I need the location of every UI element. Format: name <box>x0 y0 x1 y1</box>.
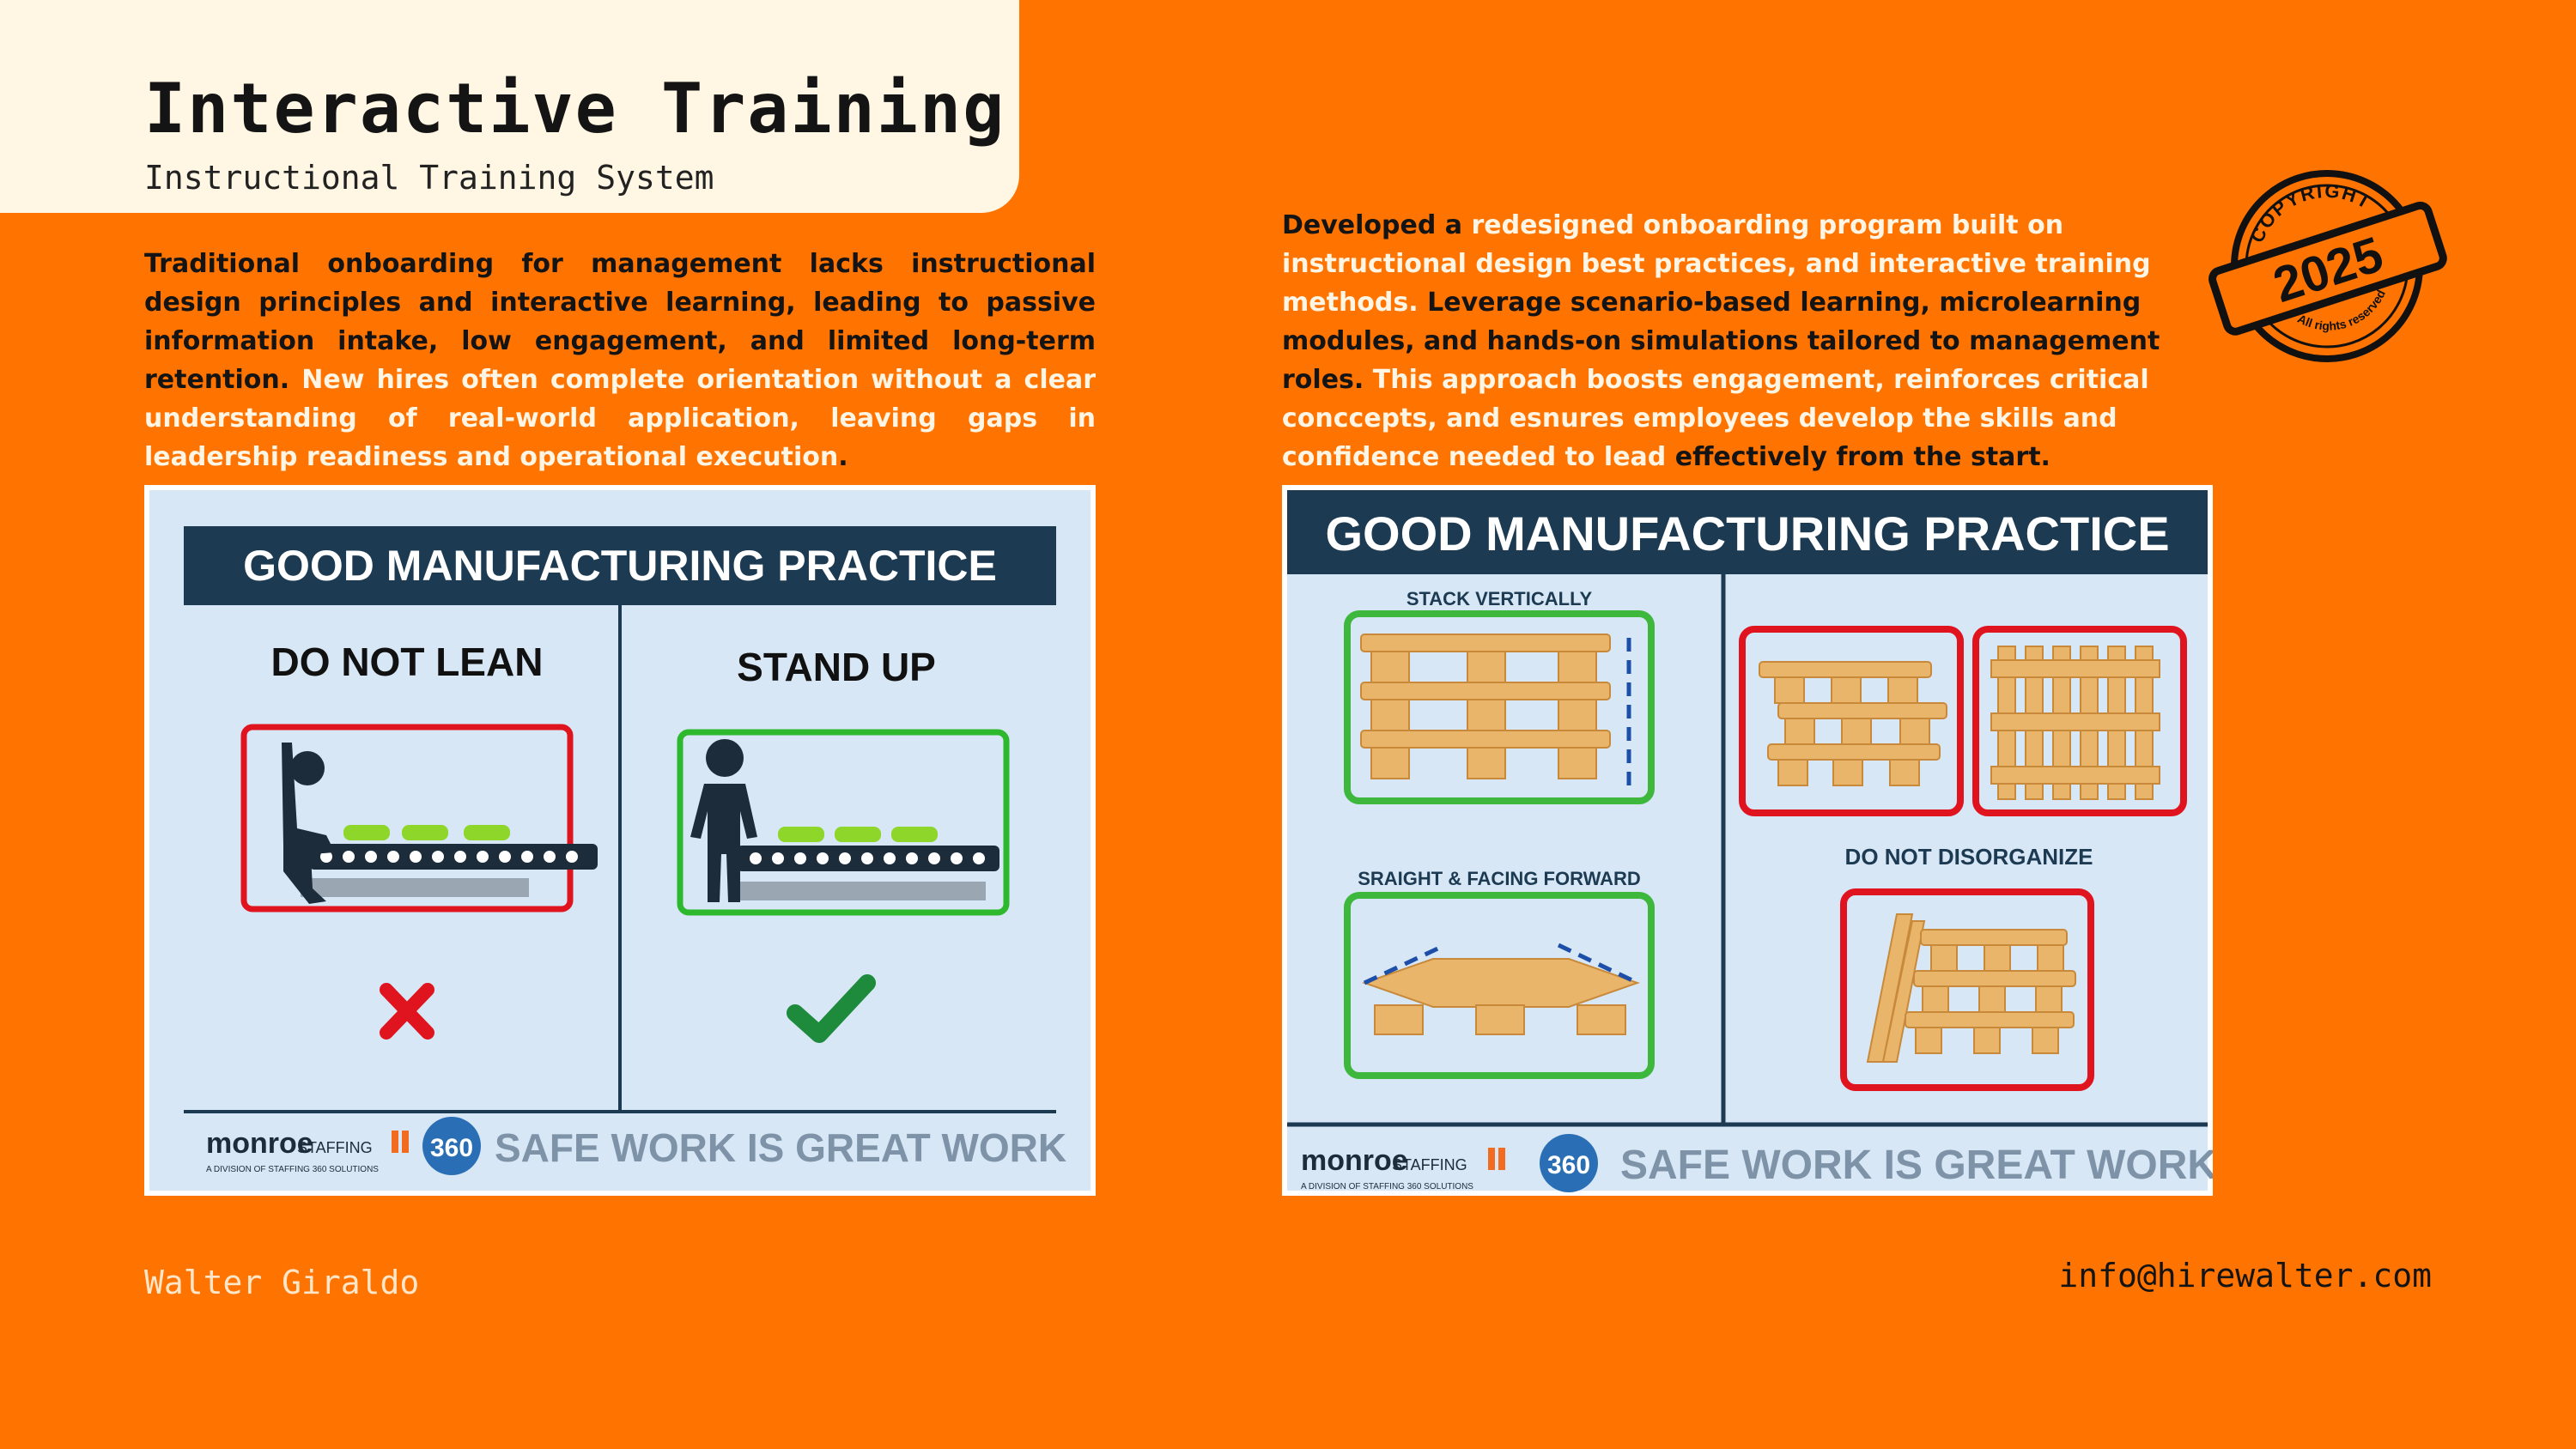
problem-paragraph: Traditional onboarding for management la… <box>144 245 1096 476</box>
page-subtitle: Instructional Training System <box>144 159 714 197</box>
solution-paragraph: Developed a redesigned onboarding progra… <box>1282 206 2218 476</box>
poster-pallet-stacking: GOOD MANUFACTURING PRACTICE STACK VERTIC… <box>1282 485 2213 1196</box>
x-mark-icon <box>380 983 434 1040</box>
check-mark-icon <box>787 974 876 1043</box>
pallet-messy-icon <box>1840 888 2094 1091</box>
pallet-vertical-icon <box>1972 626 2187 816</box>
brand-division: A DIVISION OF STAFFING 360 SOLUTIONS <box>1301 1182 1473 1191</box>
safety-slogan: SAFE WORK IS GREAT WORK <box>1620 1143 2213 1188</box>
standing-worker-icon <box>677 729 1010 916</box>
pallet-offset-icon <box>1739 626 1964 816</box>
solution-text-1: Developed a <box>1282 210 1472 240</box>
poster-lean-vs-stand: GOOD MANUFACTURING PRACTICE DO NOT LEAN … <box>144 485 1096 1196</box>
poster-right-graphic: GOOD MANUFACTURING PRACTICE STACK VERTIC… <box>1287 490 2213 1192</box>
problem-text-end: . <box>838 442 848 472</box>
straight-facing-label: SRAIGHT & FACING FORWARD <box>1358 868 1641 889</box>
brand-sub: STAFFING <box>1392 1156 1467 1173</box>
brand-sub: STAFFING <box>297 1139 373 1156</box>
author-name: Walter Giraldo <box>144 1264 420 1301</box>
copyright-stamp: COPYRIGHT 2025 All rights reserved <box>2208 163 2447 362</box>
stacked-pallets-icon <box>1344 610 1655 804</box>
badge-text: 360 <box>430 1134 473 1162</box>
stand-up-heading: STAND UP <box>737 645 936 689</box>
badge-text: 360 <box>1547 1151 1590 1179</box>
leaning-worker-icon <box>240 724 598 912</box>
do-not-disorganize-label: DO NOT DISORGANIZE <box>1845 844 2093 870</box>
poster-right-banner-text: GOOD MANUFACTURING PRACTICE <box>1325 506 2169 561</box>
pallet-straight-icon <box>1344 892 1655 1079</box>
stack-vertically-label: STACK VERTICALLY <box>1406 588 1593 609</box>
poster-left-banner-text: GOOD MANUFACTURING PRACTICE <box>243 542 997 590</box>
safety-slogan: SAFE WORK IS GREAT WORK <box>495 1125 1066 1170</box>
contact-email[interactable]: info@hirewalter.com <box>2058 1257 2432 1294</box>
poster-left-graphic: GOOD MANUFACTURING PRACTICE DO NOT LEAN … <box>184 526 1066 1175</box>
do-not-lean-heading: DO NOT LEAN <box>271 640 544 684</box>
brand-division: A DIVISION OF STAFFING 360 SOLUTIONS <box>206 1165 379 1174</box>
solution-text-5: effectively from the start. <box>1666 442 2050 472</box>
page-title: Interactive Training <box>144 69 1006 149</box>
